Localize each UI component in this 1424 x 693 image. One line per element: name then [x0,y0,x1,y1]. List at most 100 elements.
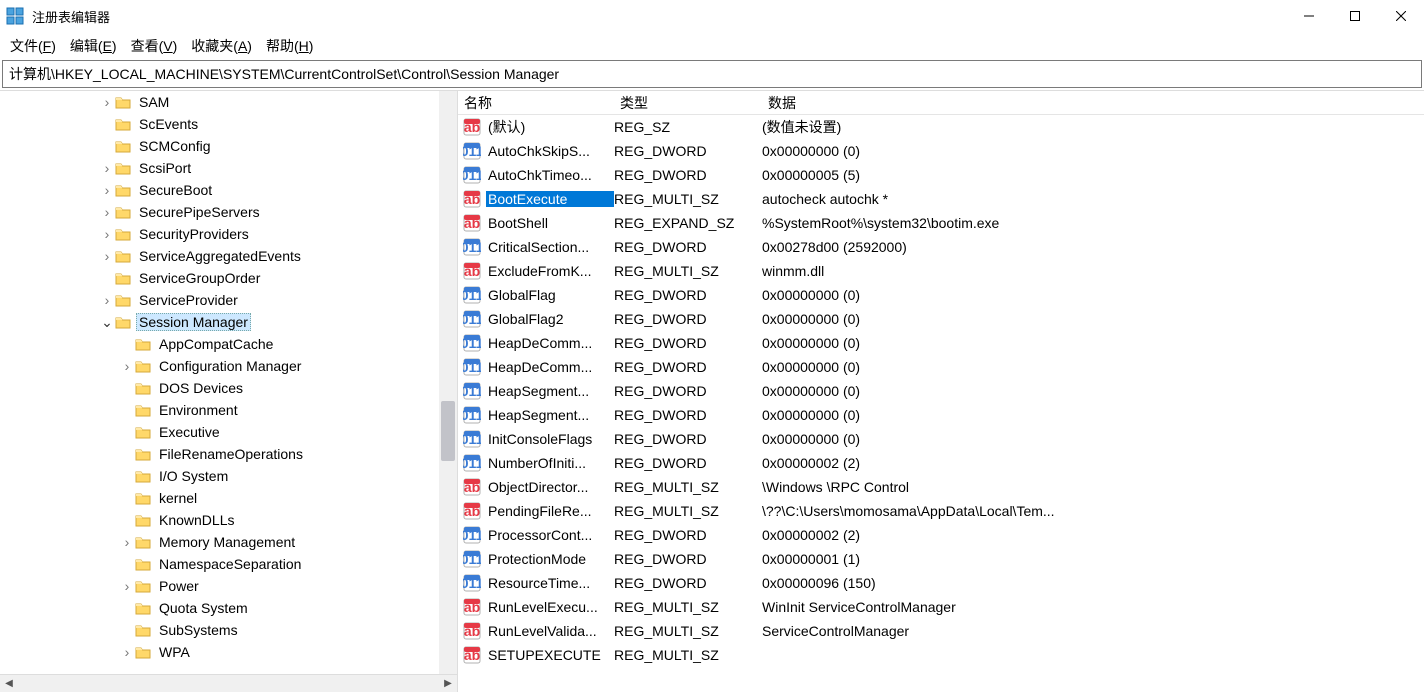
value-data: \Windows \RPC Control [762,479,1424,495]
value-row[interactable]: InitConsoleFlagsREG_DWORD0x00000000 (0) [458,427,1424,451]
value-data: winmm.dll [762,263,1424,279]
tree-item-label: Session Manager [136,313,251,331]
tree-item[interactable]: ›Configuration Manager [0,355,457,377]
app-icon [6,7,24,25]
value-row[interactable]: (默认)REG_SZ(数值未设置) [458,115,1424,139]
chevron-right-icon[interactable]: › [100,160,114,176]
value-row[interactable]: RunLevelValida...REG_MULTI_SZServiceCont… [458,619,1424,643]
value-row[interactable]: ProtectionModeREG_DWORD0x00000001 (1) [458,547,1424,571]
value-data: 0x00000002 (2) [762,527,1424,543]
value-row[interactable]: HeapDeComm...REG_DWORD0x00000000 (0) [458,355,1424,379]
tree-item-label: I/O System [156,468,231,484]
tree-item-label: ServiceProvider [136,292,241,308]
tree-item[interactable]: ›SecurePipeServers [0,201,457,223]
column-header-name[interactable]: 名称 [458,93,614,113]
tree-item[interactable]: › ServiceProvider [0,289,457,311]
scrollbar-thumb[interactable] [441,401,455,461]
chevron-right-icon[interactable]: › [100,94,114,110]
tree-item[interactable]: DOS Devices [0,377,457,399]
tree-item-label: SecurityProviders [136,226,252,242]
tree-item[interactable]: Executive [0,421,457,443]
value-row[interactable]: AutoChkSkipS...REG_DWORD0x00000000 (0) [458,139,1424,163]
string-value-icon [462,477,482,497]
chevron-right-icon[interactable]: › [120,358,134,374]
value-row[interactable]: ObjectDirector...REG_MULTI_SZ\Windows \R… [458,475,1424,499]
tree-item[interactable]: Environment [0,399,457,421]
value-row[interactable]: NumberOfIniti...REG_DWORD0x00000002 (2) [458,451,1424,475]
value-row[interactable]: GlobalFlagREG_DWORD0x00000000 (0) [458,283,1424,307]
value-row[interactable]: HeapSegment...REG_DWORD0x00000000 (0) [458,403,1424,427]
value-row[interactable]: GlobalFlag2REG_DWORD0x00000000 (0) [458,307,1424,331]
tree-item[interactable]: AppCompatCache [0,333,457,355]
tree-body[interactable]: ›SAMScEvents SCMConfig ›ScsiPort›SecureBoo… [0,91,457,674]
value-row[interactable]: ResourceTime...REG_DWORD0x00000096 (150) [458,571,1424,595]
tree-item[interactable]: Quota System [0,597,457,619]
tree-item[interactable]: ›SAM [0,91,457,113]
tree-horizontal-scrollbar[interactable]: ◀ ▶ [0,674,457,692]
chevron-right-icon[interactable]: › [120,644,134,660]
value-row[interactable]: CriticalSection...REG_DWORD0x00278d00 (2… [458,235,1424,259]
tree-item[interactable]: kernel [0,487,457,509]
tree-item[interactable]: ServiceGroupOrder [0,267,457,289]
tree-item[interactable]: ›ServiceAggregatedEvents [0,245,457,267]
minimize-button[interactable] [1286,0,1332,32]
tree-item[interactable]: SubSystems [0,619,457,641]
list-body[interactable]: (默认)REG_SZ(数值未设置)AutoChkSkipS...REG_DWOR… [458,115,1424,692]
value-row[interactable]: HeapDeComm...REG_DWORD0x00000000 (0) [458,331,1424,355]
tree-item[interactable]: ›ScsiPort [0,157,457,179]
menu-edit[interactable]: 编辑(E) [70,36,117,56]
chevron-right-icon[interactable]: › [100,226,114,242]
tree-item[interactable]: SCMConfig [0,135,457,157]
tree-vertical-scrollbar[interactable] [439,91,457,674]
menu-favorites[interactable]: 收藏夹(A) [191,36,252,56]
menu-view[interactable]: 查看(V) [131,36,178,56]
chevron-right-icon[interactable]: › [120,578,134,594]
chevron-right-icon[interactable]: › [100,182,114,198]
scroll-right-arrow[interactable]: ▶ [439,675,457,693]
value-name: AutoChkSkipS... [486,143,614,159]
string-value-icon [462,117,482,137]
column-header-type[interactable]: 类型 [614,93,762,113]
folder-icon [134,467,152,485]
tree-item-label: SCMConfig [136,138,214,154]
value-row[interactable]: ExcludeFromK...REG_MULTI_SZwinmm.dll [458,259,1424,283]
close-button[interactable] [1378,0,1424,32]
tree-item[interactable]: FileRenameOperations [0,443,457,465]
scroll-left-arrow[interactable]: ◀ [0,675,18,693]
tree-item[interactable]: I/O System [0,465,457,487]
string-value-icon [462,621,482,641]
tree-item[interactable]: ›SecureBoot [0,179,457,201]
value-row[interactable]: BootShellREG_EXPAND_SZ%SystemRoot%\syste… [458,211,1424,235]
tree-item[interactable]: › SecurityProviders [0,223,457,245]
tree-item-label: DOS Devices [156,380,246,396]
value-row[interactable]: BootExecuteREG_MULTI_SZautocheck autochk… [458,187,1424,211]
tree-item[interactable]: ›Memory Management [0,531,457,553]
tree-item[interactable]: ScEvents [0,113,457,135]
chevron-right-icon[interactable]: › [100,204,114,220]
value-row[interactable]: PendingFileRe...REG_MULTI_SZ\??\C:\Users… [458,499,1424,523]
value-row[interactable]: ProcessorCont...REG_DWORD0x00000002 (2) [458,523,1424,547]
menu-file[interactable]: 文件(F) [10,36,56,56]
chevron-right-icon[interactable]: › [120,534,134,550]
value-row[interactable]: HeapSegment...REG_DWORD0x00000000 (0) [458,379,1424,403]
menu-help[interactable]: 帮助(H) [266,36,313,56]
folder-icon [134,621,152,639]
folder-icon [134,401,152,419]
tree-item[interactable]: ⌄ Session Manager [0,311,457,333]
column-header-data[interactable]: 数据 [762,93,1424,113]
maximize-button[interactable] [1332,0,1378,32]
value-row[interactable]: AutoChkTimeo...REG_DWORD0x00000005 (5) [458,163,1424,187]
address-bar[interactable]: 计算机\HKEY_LOCAL_MACHINE\SYSTEM\CurrentCon… [2,60,1422,88]
tree-item[interactable]: NamespaceSeparation [0,553,457,575]
chevron-down-icon[interactable]: ⌄ [100,314,114,331]
value-row[interactable]: RunLevelExecu...REG_MULTI_SZWinInit Serv… [458,595,1424,619]
tree-item[interactable]: ›WPA [0,641,457,663]
tree-item[interactable]: KnownDLLs [0,509,457,531]
chevron-right-icon[interactable]: › [100,248,114,264]
scrollbar-track[interactable] [18,675,439,692]
binary-value-icon [462,285,482,305]
value-row[interactable]: SETUPEXECUTEREG_MULTI_SZ [458,643,1424,667]
binary-value-icon [462,429,482,449]
chevron-right-icon[interactable]: › [100,292,114,308]
tree-item[interactable]: ›Power [0,575,457,597]
